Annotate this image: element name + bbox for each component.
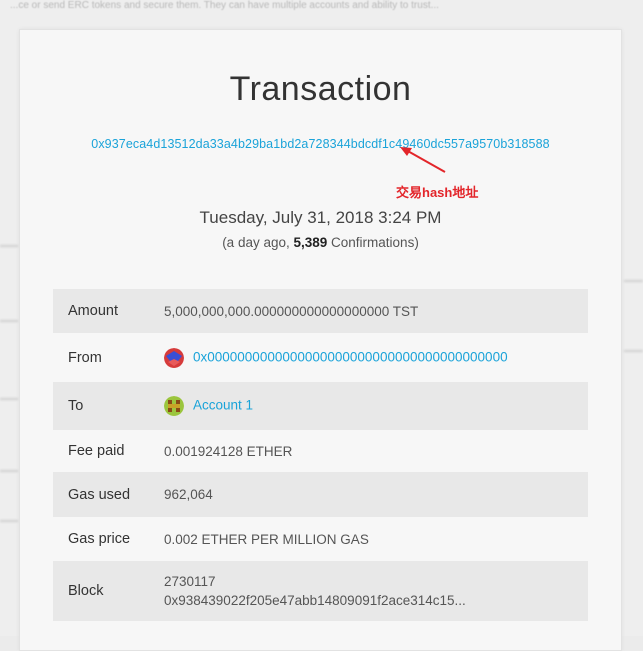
backdrop-line	[0, 520, 18, 522]
gas-price-label: Gas price	[68, 531, 131, 547]
amount-label: Amount	[68, 303, 118, 319]
to-value-wrap: Account 1	[164, 396, 588, 416]
gas-used-label: Gas used	[68, 486, 131, 503]
details-table: Amount 5,000,000,000.000000000000000000 …	[53, 289, 588, 621]
block-label: Block	[68, 583, 104, 599]
confirmations-text: (a day ago, 5,389 Confirmations)	[20, 235, 621, 250]
to-row: To Account 1	[53, 382, 588, 430]
backdrop-line	[0, 398, 18, 400]
confirmations-count: 5,389	[293, 235, 328, 250]
transaction-hash-link[interactable]: 0x937eca4d13512da33a4b29ba1bd2a728344bdc…	[20, 137, 621, 151]
backdrop-line	[0, 320, 18, 322]
block-value: 2730117 0x938439022f205e47abb14809091f2a…	[164, 572, 588, 610]
amount-value: 5,000,000,000.000000000000000000 TST	[164, 303, 419, 319]
page-title: Transaction	[229, 70, 412, 108]
fee-row: Fee paid 0.001924128 ETHER	[53, 430, 588, 472]
backdrop-text: ...ce or send ERC tokens and secure them…	[10, 0, 439, 11]
gas-price-value: 0.002 ETHER PER MILLION GAS	[164, 531, 369, 547]
from-value-wrap: 0x00000000000000000000000000000000000000…	[164, 347, 588, 368]
gas-price-row: Gas price 0.002 ETHER PER MILLION GAS	[53, 517, 588, 561]
from-row: From 0x000000000000000000000000000000000…	[53, 333, 588, 382]
confirmations-prefix: (a day ago,	[222, 235, 294, 250]
annotation-label: 交易hash地址	[396, 185, 479, 200]
fee-value: 0.001924128 ETHER	[164, 443, 293, 459]
gas-used-row: Gas used 962,064	[53, 472, 588, 517]
block-hash: 0x938439022f205e47abb14809091f2ace314c15…	[164, 593, 466, 608]
block-number: 2730117	[164, 574, 216, 589]
transaction-date: Tuesday, July 31, 2018 3:24 PM	[199, 208, 442, 227]
identicon-avatar-icon	[164, 396, 184, 416]
fee-label: Fee paid	[68, 443, 125, 459]
gas-used-value: 962,064	[164, 487, 213, 502]
red-arrow-icon	[400, 147, 446, 173]
from-label: From	[68, 349, 102, 366]
amount-row: Amount 5,000,000,000.000000000000000000 …	[53, 289, 588, 333]
to-label: To	[68, 398, 84, 414]
transaction-card: Transaction 0x937eca4d13512da33a4b29ba1b…	[19, 29, 622, 651]
identicon-avatar-icon	[164, 347, 184, 368]
block-row: Block 2730117 0x938439022f205e47abb14809…	[53, 561, 588, 621]
from-address-link[interactable]: 0x00000000000000000000000000000000000000…	[193, 349, 508, 364]
backdrop-line	[624, 280, 643, 282]
backdrop-line	[0, 245, 18, 247]
to-account-link[interactable]: Account 1	[193, 398, 253, 413]
backdrop-line	[624, 350, 643, 352]
confirmations-suffix: Confirmations)	[327, 235, 419, 250]
backdrop-line	[0, 470, 18, 472]
